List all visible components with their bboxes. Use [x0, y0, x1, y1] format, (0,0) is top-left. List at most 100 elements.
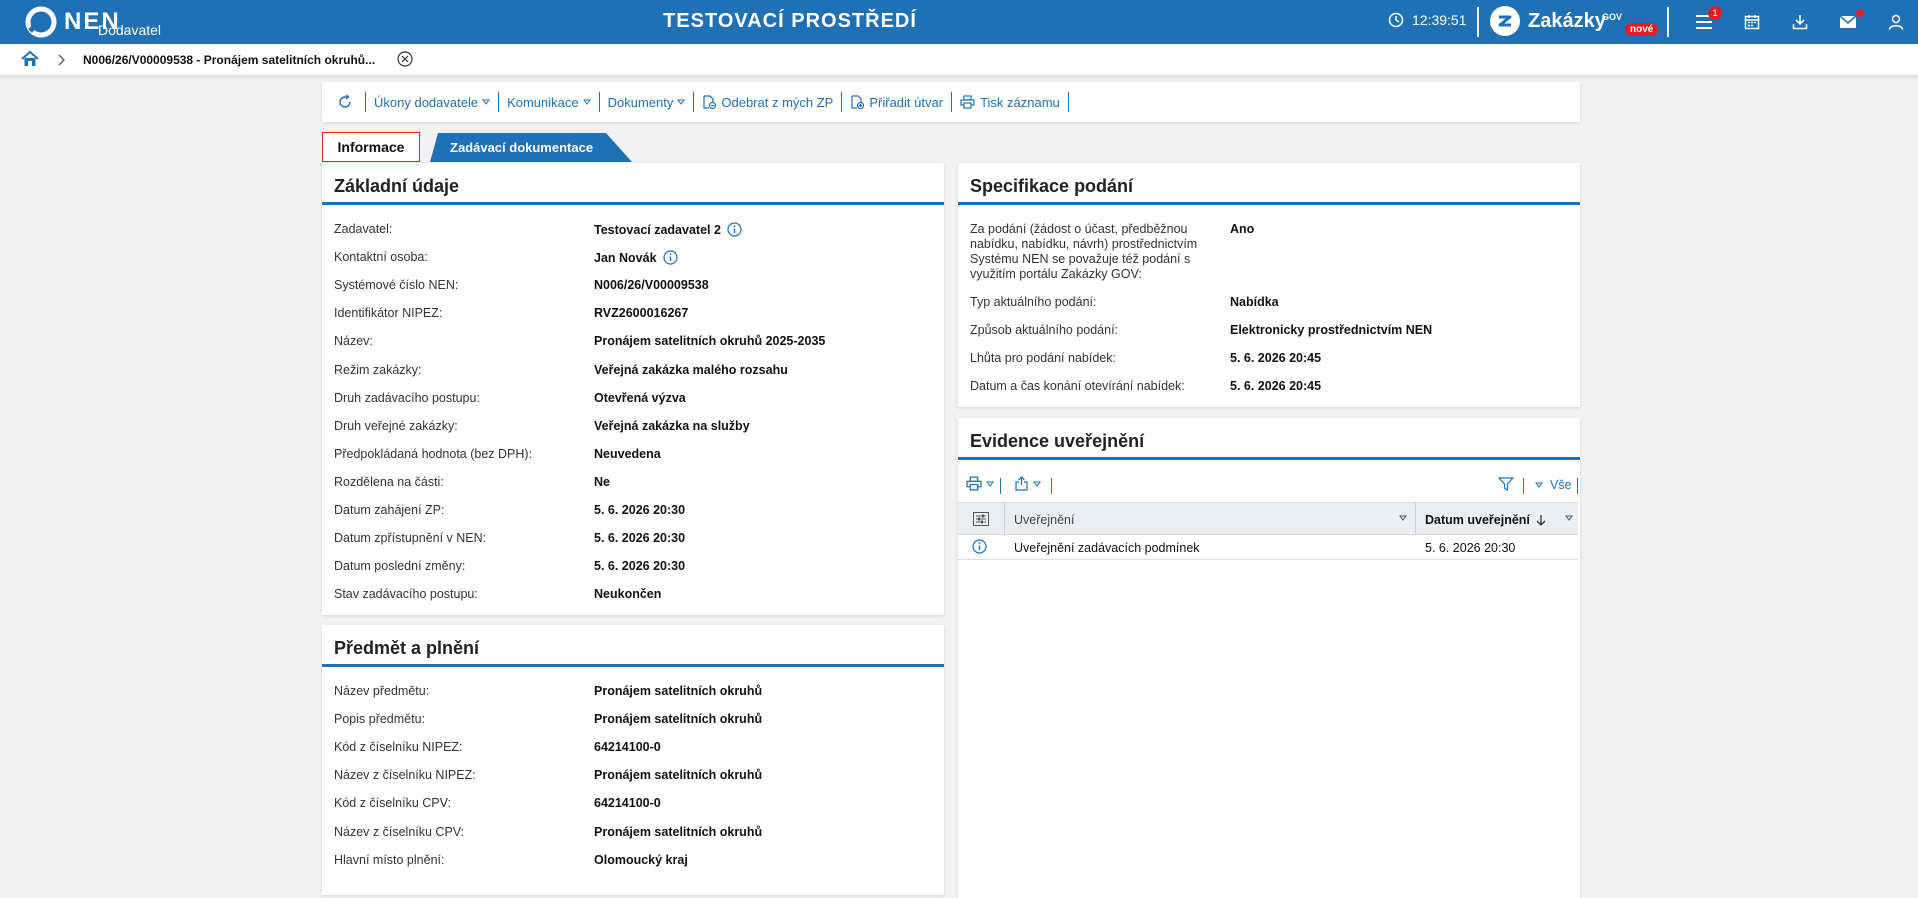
odebrat-label: Odebrat z mých ZP	[721, 94, 834, 110]
dropdown-caret-icon	[482, 99, 491, 105]
print-menu-button[interactable]	[966, 476, 994, 491]
row-value: Olomoucký kraj	[594, 853, 688, 867]
ukony-dodavatele-menu[interactable]: Úkony dodavatele	[366, 92, 500, 112]
tab-informace[interactable]: Informace	[322, 132, 420, 162]
zakazky-gov-link[interactable]: Zakázky GOV nové	[1490, 6, 1659, 36]
row-label: Datum zpřístupnění v NEN:	[334, 531, 487, 546]
komunikace-menu[interactable]: Komunikace	[499, 92, 600, 112]
row-value: 5. 6. 2026 20:30	[594, 559, 685, 573]
info-icon[interactable]	[972, 539, 987, 554]
row-value-text: Pronájem satelitních okruhů	[594, 684, 763, 698]
menu-button[interactable]: 1	[1680, 6, 1728, 34]
row-value: Elektronicky prostřednictvím NEN	[1230, 323, 1432, 337]
priradit-utvar-button[interactable]: Přiřadit útvar	[842, 92, 953, 112]
row-value: Pronájem satelitních okruhů	[594, 768, 762, 782]
row-value-text: Pronájem satelitních okruhů	[594, 768, 763, 783]
row-value: Neuvedena	[594, 447, 661, 461]
close-tab-button[interactable]	[397, 51, 413, 67]
filter-all-select[interactable]: Vše	[1535, 478, 1572, 492]
environment-title: TESTOVACÍ PROSTŘEDÍ	[663, 10, 917, 32]
cell-uverejneni: Uveřejnění zadávacích podmínek	[1014, 541, 1200, 555]
row-value: 64214100-0	[594, 796, 661, 810]
refresh-button[interactable]	[330, 92, 366, 112]
row-value-text: Nabídka	[1230, 295, 1279, 309]
row-value: Ano	[1230, 222, 1254, 236]
messages-dot	[1856, 9, 1864, 17]
column-uverejneni[interactable]: Uveřejnění	[1006, 503, 1416, 535]
row-label: Název z číselníku NIPEZ:	[334, 768, 476, 783]
row-value: Pronájem satelitních okruhů 2025-2035	[594, 334, 825, 348]
row-value-text: Pronájem satelitních okruhů 2025-2035	[594, 334, 826, 349]
session-clock: 12:39:51	[1388, 12, 1467, 28]
column-filter-icon[interactable]	[1399, 515, 1407, 521]
row-label: Systémové číslo NEN:	[334, 278, 459, 293]
breadcrumb-current[interactable]: N006/26/V00009538 - Pronájem satelitních…	[83, 53, 375, 67]
row-value-text: Neuvedena	[594, 446, 661, 461]
odebrat-button[interactable]: Odebrat z mých ZP	[694, 92, 843, 112]
messages-button[interactable]	[1824, 9, 1872, 34]
info-icon[interactable]	[727, 222, 742, 237]
row-value-text: 5. 6. 2026 20:45	[1230, 351, 1322, 366]
row-value-text: Veřejná zakázka na služby	[594, 418, 750, 433]
column-datum-uverejneni[interactable]: Datum uveřejnění	[1417, 503, 1578, 535]
dropdown-caret-icon	[1033, 481, 1041, 487]
close-icon	[397, 51, 413, 67]
top-header: NEN Dodavatel TESTOVACÍ PROSTŘEDÍ 12:39:…	[0, 0, 1918, 44]
printer-icon	[966, 476, 982, 491]
row-value: Pronájem satelitních okruhů	[594, 712, 762, 726]
filter-button[interactable]	[1498, 476, 1514, 492]
row-value-text: Ne	[594, 474, 610, 489]
row-value: N006/26/V00009538	[594, 278, 709, 292]
row-value: 5. 6. 2026 20:45	[1230, 351, 1321, 365]
row-value: 5. 6. 2026 20:45	[1230, 379, 1321, 393]
row-label: Kód z číselníku CPV:	[334, 796, 451, 811]
tab-zadavaci-dokumentace[interactable]: Zadávací dokumentace	[430, 133, 632, 162]
cell-datum: 5. 6. 2026 20:30	[1425, 541, 1516, 555]
table-header: Uveřejnění Datum uveřejnění	[958, 502, 1578, 535]
zakazky-text: Zakázky	[1528, 9, 1606, 32]
zakazky-new-badge: nové	[1625, 23, 1659, 36]
row-label: Identifikátor NIPEZ:	[334, 306, 443, 321]
row-value-text: Ano	[1230, 222, 1255, 236]
panel-predmet-a-plneni: Předmět a plnění Název předmětu: Pronájem…	[322, 625, 944, 895]
zakazky-gov-label: GOV	[1602, 12, 1623, 22]
table-row[interactable]: Uveřejnění zadávacích podmínek 5. 6. 2026…	[958, 535, 1578, 560]
panel-title: Specifikace podání	[958, 163, 1580, 205]
refresh-icon	[339, 95, 351, 108]
row-label: Za podání (žádost o účast, předběžnou na…	[970, 222, 1198, 281]
row-detail-button[interactable]	[972, 539, 987, 554]
row-value-text: 5. 6. 2026 20:30	[594, 531, 686, 546]
user-button[interactable]	[1872, 10, 1918, 34]
row-value: Pronájem satelitních okruhů	[594, 684, 762, 698]
clock-time: 12:39:51	[1412, 12, 1467, 28]
info-icon[interactable]	[662, 250, 678, 265]
row-value: Otevřená výzva	[594, 391, 686, 405]
panel-zakladni-udaje: Základní údaje Zadavatel: Testovací zadav…	[322, 163, 944, 615]
calendar-button[interactable]	[1728, 10, 1776, 34]
header-divider	[1667, 7, 1669, 37]
home-button[interactable]	[21, 50, 39, 68]
row-value: Neukončen	[594, 587, 661, 601]
document-add-icon	[851, 95, 865, 109]
column-settings-button[interactable]	[958, 503, 1005, 535]
calendar-icon	[1744, 15, 1760, 30]
filter-icon	[1498, 477, 1514, 491]
row-label: Popis předmětu:	[334, 712, 426, 727]
evidence-table: Uveřejnění Datum uveřejnění Uveřejnění z…	[958, 502, 1578, 560]
row-value: Nabídka	[1230, 295, 1279, 309]
row-label: Název:	[334, 334, 373, 349]
row-value-text: Neukončen	[594, 587, 662, 602]
breadcrumb: N006/26/V00009538 - Pronájem satelitních…	[0, 44, 1918, 76]
row-label: Datum a čas konání otevírání nabídek:	[970, 379, 1185, 394]
dokumenty-menu[interactable]: Dokumenty	[600, 92, 695, 112]
export-menu-button[interactable]	[1014, 476, 1041, 491]
download-button[interactable]	[1776, 10, 1824, 34]
row-value: Veřejná zakázka na služby	[594, 419, 750, 433]
row-value-text: 5. 6. 2026 20:45	[1230, 379, 1322, 394]
tab-zadavaci-label: Zadávací dokumentace	[450, 140, 594, 155]
envelope-icon	[1839, 15, 1857, 28]
header-divider	[1477, 7, 1479, 37]
tisk-zaznamu-button[interactable]: Tisk záznamu	[952, 92, 1069, 112]
row-label: Název předmětu:	[334, 684, 430, 698]
column-filter-icon[interactable]	[1565, 515, 1573, 521]
